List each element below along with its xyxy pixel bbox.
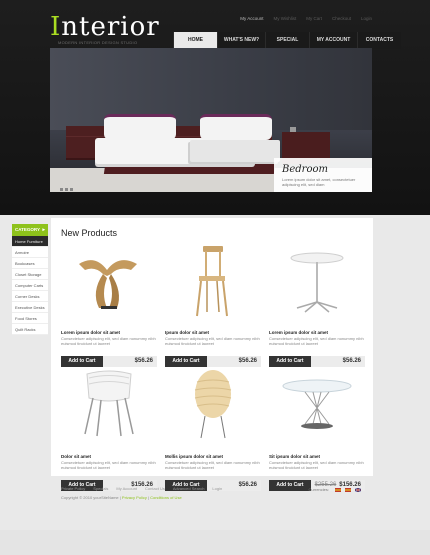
top-link-cart[interactable]: My Cart <box>306 16 322 21</box>
flag-icon[interactable] <box>345 487 351 492</box>
footer-link-login[interactable]: Login <box>212 486 222 491</box>
hero-banner[interactable]: Bedroom Lorem ipsum dolor sit amet, cons… <box>50 48 372 192</box>
product-price: $56.26 <box>342 358 361 364</box>
product-name[interactable]: Dolor sit amet <box>61 454 91 459</box>
nav-special[interactable]: SPECIAL <box>265 32 309 49</box>
nav-whats-new[interactable]: WHAT'S NEW? <box>217 32 265 49</box>
flag-icon[interactable] <box>355 487 361 492</box>
top-link-login[interactable]: Login <box>361 16 372 21</box>
product-cart-bar: Add to Cart $56.26 <box>61 356 157 367</box>
nav-my-account[interactable]: MY ACCOUNT <box>309 32 357 49</box>
round-table-icon[interactable] <box>269 244 365 318</box>
nav-home[interactable]: HOME <box>173 32 217 49</box>
sidebar-item-armoire[interactable]: Armoire <box>12 247 48 258</box>
product-name[interactable]: Mollis ipsum dolor sit amet <box>165 454 223 459</box>
product-desc: Consectetuer adipiscing elit, sed diam n… <box>269 460 364 470</box>
hero-caption: Bedroom Lorem ipsum dolor sit amet, cons… <box>274 158 372 192</box>
nav-contacts[interactable]: CONTACTS <box>357 32 401 49</box>
top-link-checkout[interactable]: Checkout <box>332 16 351 21</box>
top-link-account[interactable]: My Account <box>240 16 263 21</box>
product-cart-bar: Add to Cart $56.26 <box>269 356 365 367</box>
sidebar-item-food-stores[interactable]: Food Stores <box>12 313 48 324</box>
privacy-policy-link[interactable]: Privacy Policy <box>122 495 147 500</box>
product-price: $56.26 <box>238 358 257 364</box>
main-nav: HOME WHAT'S NEW? SPECIAL MY ACCOUNT CONT… <box>173 32 401 49</box>
product-desc: Consectetuer adipiscing elit, sed diam n… <box>165 336 260 346</box>
sidebar-item-quilt-racks[interactable]: Quilt Racks <box>12 324 48 335</box>
pillow <box>104 114 176 140</box>
footer-link-contact[interactable]: Contact Us <box>145 486 165 491</box>
product-desc: Consectetuer adipiscing elit, sed diam n… <box>269 336 364 346</box>
chevron-right-icon: ▸ <box>42 227 45 233</box>
wooden-chair-icon[interactable] <box>165 244 261 318</box>
add-to-cart-button[interactable]: Add to Cart <box>61 356 103 367</box>
flag-icon[interactable] <box>335 487 341 492</box>
category-heading[interactable]: CATEGORY ▸ <box>12 224 48 236</box>
glass-table-icon[interactable] <box>269 368 365 442</box>
product-name[interactable]: Lorem ipsum dolor sit amet <box>61 330 120 335</box>
stacking-chairs-icon[interactable] <box>61 368 157 442</box>
slogan: MODERN INTERIOR DESIGN STUDIO <box>58 40 138 45</box>
category-sidebar: CATEGORY ▸ Home Furniture Armoire Bookcas… <box>12 224 48 335</box>
sidebar-item-corner-desks[interactable]: Corner Desks <box>12 291 48 302</box>
top-link-wishlist[interactable]: My Wishlist <box>273 16 296 21</box>
hero-caption-text: Lorem ipsum dolor sit amet, consectetuer… <box>282 177 356 187</box>
main-content: New Products Lorem ipsum dolor sit amet … <box>51 218 373 491</box>
product-name[interactable]: Sit ipsum dolor sit amet <box>269 454 320 459</box>
product-desc: Consectetuer adipiscing elit, sed diam n… <box>165 460 260 470</box>
pillow <box>200 114 272 140</box>
paper-lamp-icon[interactable] <box>165 368 261 442</box>
add-to-cart-button[interactable]: Add to Cart <box>165 356 207 367</box>
butterfly-stool-icon[interactable] <box>61 244 157 318</box>
footer-link-search[interactable]: Advanced Search <box>173 486 205 491</box>
footer-link-privacy[interactable]: Private Policy <box>61 486 85 491</box>
slider-pager[interactable] <box>60 188 73 191</box>
product-desc: Consectetuer adipiscing elit, sed diam n… <box>61 336 156 346</box>
footer-link-account[interactable]: My Account <box>116 486 137 491</box>
sidebar-item-closet-storage[interactable]: Closet Storage <box>12 269 48 280</box>
site-footer: Private Policy Specials My Account Conta… <box>51 480 373 550</box>
sidebar-item-computer-carts[interactable]: Computer Carts <box>12 280 48 291</box>
sidebar-item-bookcases[interactable]: Bookcases <box>12 258 48 269</box>
product-name[interactable]: Lorem ipsum dolor sit amet <box>269 330 328 335</box>
product-price: $56.26 <box>134 358 153 364</box>
bed-throw <box>190 140 280 162</box>
hero-caption-title: Bedroom <box>282 164 328 175</box>
product-cart-bar: Add to Cart $56.26 <box>165 356 261 367</box>
logo[interactable]: Interior <box>50 12 160 42</box>
add-to-cart-button[interactable]: Add to Cart <box>269 356 311 367</box>
footer-link-specials[interactable]: Specials <box>93 486 108 491</box>
top-links: My Account My Wishlist My Cart Checkout … <box>240 16 372 21</box>
currencies-label: Currencies: <box>308 487 329 492</box>
currency-selector: Currencies: <box>309 487 361 492</box>
sidebar-item-home-furniture[interactable]: Home Furniture <box>12 236 48 247</box>
section-title: New Products <box>61 228 118 238</box>
product-name[interactable]: Ipsum dolor sit amet <box>165 330 209 335</box>
footer-links: Private Policy Specials My Account Conta… <box>61 486 222 491</box>
product-desc: Consectetuer adipiscing elit, sed diam n… <box>61 460 156 470</box>
conditions-link[interactable]: Conditions of Use <box>150 495 182 500</box>
sidebar-item-executive-desks[interactable]: Executive Desks <box>12 302 48 313</box>
copyright: Copyright © 2010 yourSiteName | Privacy … <box>61 495 182 500</box>
